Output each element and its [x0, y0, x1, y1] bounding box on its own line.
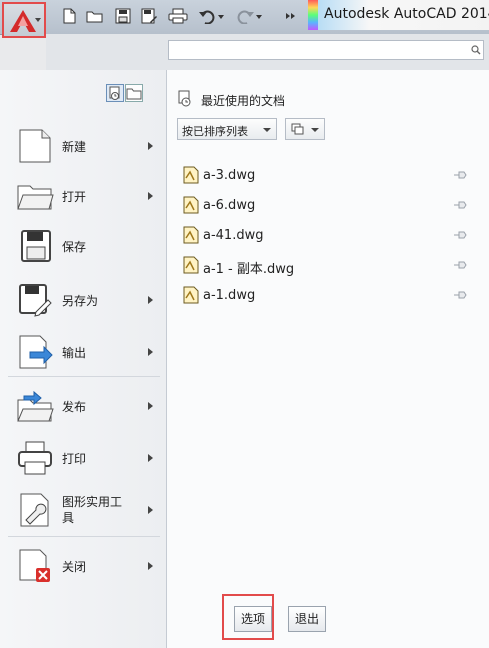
- publish-icon: [17, 390, 54, 422]
- menu-item-publish[interactable]: 发布: [0, 382, 166, 430]
- open-icon[interactable]: [86, 8, 104, 24]
- menu-item-label-line1: 图形实用工: [62, 495, 123, 509]
- export-icon: [19, 335, 53, 369]
- menu-item-label: 保存: [62, 240, 87, 254]
- chevron-down-icon: [311, 128, 319, 132]
- chevron-right-icon: [148, 192, 153, 200]
- command-pane: 新建 打开 保存 另存为 输出 发布 打印 图形实用工 具 关闭: [0, 70, 167, 648]
- menu-divider: [8, 536, 160, 537]
- menu-item-label: 打开: [62, 190, 87, 204]
- file-name: a-41.dwg: [203, 228, 264, 243]
- menu-item-label: 另存为: [62, 294, 99, 308]
- close-icon: [19, 549, 50, 582]
- exit-button[interactable]: 退出: [288, 606, 326, 632]
- list-item[interactable]: a-6.dwg: [181, 194, 477, 218]
- chevron-right-icon: [148, 402, 153, 410]
- dwg-file-icon: [183, 256, 199, 274]
- recent-documents-icon: [178, 90, 191, 107]
- dwg-file-icon: [183, 286, 199, 304]
- new-icon[interactable]: [60, 8, 78, 24]
- title-bar: Autodesk AutoCAD 2014: [0, 0, 489, 38]
- new-document-icon: [19, 129, 51, 163]
- dwg-file-icon: [183, 226, 199, 244]
- print-icon: [18, 441, 52, 475]
- menu-item-label: 关闭: [62, 560, 87, 574]
- pin-icon[interactable]: [453, 170, 467, 180]
- open-folder-icon: [17, 185, 54, 210]
- chevron-right-icon: [148, 296, 153, 304]
- menu-item-label: 打印: [62, 452, 87, 466]
- view-mode-dropdown[interactable]: [285, 118, 325, 140]
- save-icon: [21, 230, 51, 262]
- file-name: a-1.dwg: [203, 288, 256, 303]
- recent-documents-icon[interactable]: [106, 84, 124, 102]
- chevron-right-icon: [148, 348, 153, 356]
- menu-item-export[interactable]: 输出: [0, 328, 166, 376]
- icon-view-icon: [291, 123, 304, 135]
- application-menu-button[interactable]: [2, 2, 46, 38]
- undo-icon[interactable]: [198, 8, 226, 24]
- recent-documents-pane: 最近使用的文档 按已排序列表 a-3.dwg a-6.dwg a-41.dwg …: [167, 70, 489, 648]
- menu-item-save-as[interactable]: 另存为: [0, 276, 166, 324]
- list-item[interactable]: a-1 - 副本.dwg: [181, 254, 477, 278]
- chevron-right-icon: [148, 454, 153, 462]
- open-documents-icon[interactable]: [125, 84, 143, 102]
- pin-icon[interactable]: [453, 260, 467, 270]
- menu-item-label: 输出: [62, 346, 87, 360]
- list-item[interactable]: a-3.dwg: [181, 164, 477, 188]
- chevron-down-icon: [35, 18, 41, 22]
- menu-divider: [8, 376, 160, 377]
- search-icon[interactable]: [471, 45, 481, 55]
- list-item[interactable]: a-41.dwg: [181, 224, 477, 248]
- menu-item-label: 新建: [62, 140, 87, 154]
- recent-documents-title: 最近使用的文档: [201, 94, 286, 108]
- chevron-right-icon: [148, 506, 153, 514]
- menu-item-open[interactable]: 打开: [0, 172, 166, 220]
- redo-icon[interactable]: [236, 8, 264, 24]
- dwg-file-icon: [183, 196, 199, 214]
- dwg-file-icon: [183, 166, 199, 184]
- menu-item-label-line2: 具: [62, 511, 75, 525]
- chevron-down-icon: [263, 128, 271, 132]
- pin-icon[interactable]: [453, 200, 467, 210]
- search-input[interactable]: [168, 40, 484, 60]
- list-item[interactable]: a-1.dwg: [181, 284, 477, 308]
- sort-dropdown-label: 按已排序列表: [182, 125, 248, 138]
- chevron-right-icon: [148, 142, 153, 150]
- menu-item-label: 发布: [62, 400, 87, 414]
- menu-item-close[interactable]: 关闭: [0, 542, 166, 590]
- menu-item-print[interactable]: 打印: [0, 434, 166, 482]
- view-toggle: [106, 84, 144, 102]
- menu-item-save[interactable]: 保存: [0, 222, 166, 270]
- menu-item-new[interactable]: 新建: [0, 122, 166, 170]
- chevron-right-icon: [148, 562, 153, 570]
- save-icon[interactable]: [114, 8, 132, 24]
- print-icon[interactable]: [168, 8, 190, 24]
- file-name: a-3.dwg: [203, 168, 256, 183]
- pin-icon[interactable]: [453, 290, 467, 300]
- drawing-utilities-icon: [20, 493, 49, 527]
- window-title: Autodesk AutoCAD 2014: [318, 0, 489, 30]
- more-icon[interactable]: [284, 8, 298, 24]
- options-button[interactable]: 选项: [234, 606, 273, 632]
- pin-icon[interactable]: [453, 230, 467, 240]
- save-as-icon[interactable]: [140, 8, 158, 24]
- autocad-logo-icon: [10, 10, 36, 32]
- sort-dropdown[interactable]: 按已排序列表: [177, 118, 277, 140]
- file-name: a-1 - 副本.dwg: [203, 262, 295, 277]
- save-as-icon: [19, 284, 52, 317]
- menu-item-drawing-utilities[interactable]: 图形实用工具: [0, 486, 166, 534]
- file-name: a-6.dwg: [203, 198, 256, 213]
- search-bar: [46, 34, 489, 70]
- menu-item-label: 图形实用工具: [62, 494, 136, 526]
